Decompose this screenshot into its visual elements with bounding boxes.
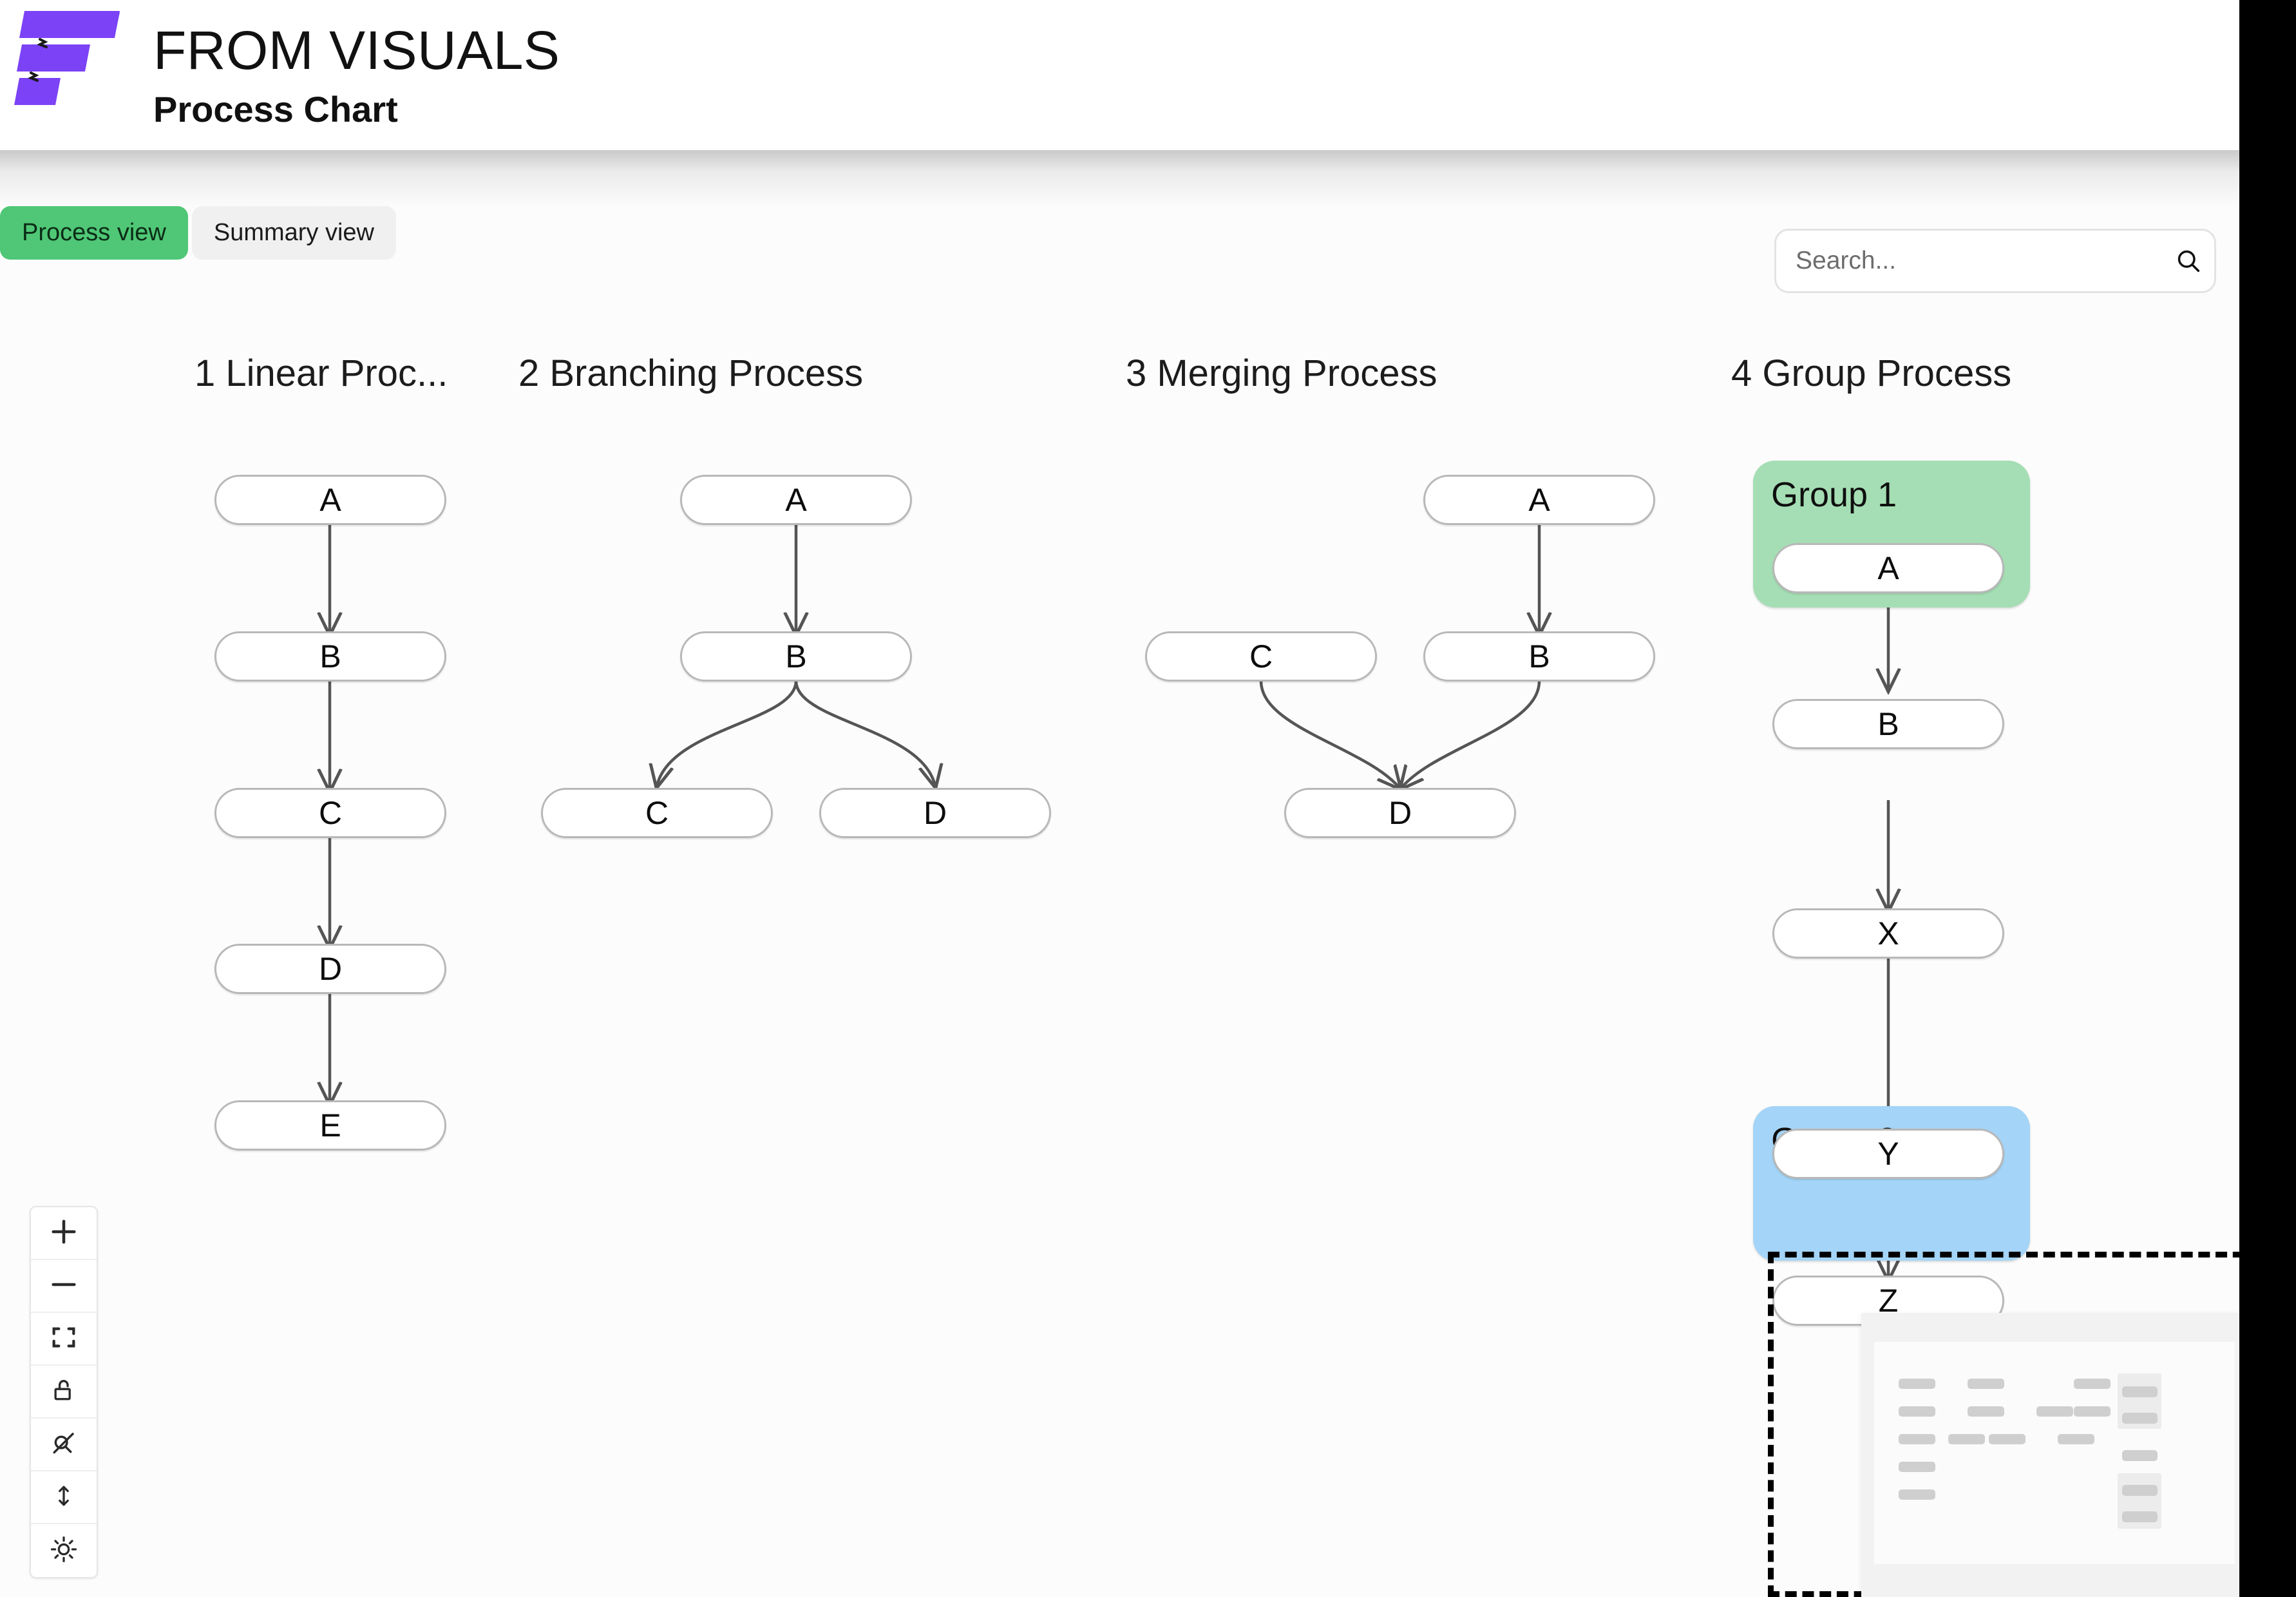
skeleton-block (1968, 1379, 2004, 1389)
skeleton-block (1899, 1462, 1935, 1472)
skeleton-block (1899, 1434, 1935, 1444)
plus-icon (47, 1215, 81, 1252)
skeleton-block (1968, 1406, 2004, 1417)
node-c1-b[interactable]: B (214, 631, 446, 682)
zoom-out-button[interactable] (31, 1260, 97, 1313)
skeleton-block (2122, 1450, 2158, 1461)
skeleton-block (1948, 1434, 1985, 1444)
brand-subtitle: Process Chart (153, 88, 398, 129)
node-c2-d[interactable]: D (819, 788, 1051, 838)
app-root: FROM VISUALS Process Chart Process view … (0, 0, 2296, 1597)
skeleton-block (2036, 1406, 2073, 1417)
lock-toggle-button[interactable] (31, 1366, 97, 1419)
tab-summary-view[interactable]: Summary view (191, 206, 396, 260)
node-c3-b[interactable]: B (1423, 631, 1655, 682)
skeleton-block (2122, 1485, 2158, 1496)
vertical-double-arrow-icon (50, 1482, 78, 1513)
column-title-2: 2 Branching Process (518, 352, 864, 394)
brand-text-block: FROM VISUALS Process Chart (153, 23, 560, 128)
node-c3-a[interactable]: A (1423, 475, 1655, 525)
skeleton-block (2122, 1386, 2158, 1397)
right-edge-strip (2239, 0, 2296, 1597)
fullscreen-brackets-icon (49, 1323, 79, 1355)
search-input[interactable] (1776, 247, 2163, 275)
theme-toggle-button[interactable] (31, 1524, 97, 1577)
zoom-in-button[interactable] (31, 1207, 97, 1260)
skeleton-block (1899, 1406, 1935, 1417)
view-tabs: Process view Summary view (0, 206, 396, 260)
skeleton-block (2074, 1406, 2111, 1417)
canvas-toolbar (30, 1206, 98, 1578)
skeleton-content-area (1874, 1342, 2235, 1564)
node-c1-d[interactable]: D (214, 944, 446, 994)
reset-zoom-button[interactable] (31, 1419, 97, 1471)
node-c4-x[interactable]: X (1772, 908, 2004, 959)
column-title-1: 1 Linear Proc... (194, 352, 448, 394)
brand-logo-icon (12, 6, 144, 144)
skeleton-block (1989, 1434, 2026, 1444)
app-header: FROM VISUALS Process Chart (0, 0, 2239, 150)
fit-to-screen-button[interactable] (31, 1313, 97, 1366)
node-c4-a[interactable]: A (1772, 543, 2004, 593)
loading-skeleton-panel (1861, 1313, 2248, 1597)
sun-icon (49, 1535, 79, 1567)
skeleton-block (1899, 1489, 1935, 1500)
vertical-fit-button[interactable] (31, 1471, 97, 1524)
node-c2-c[interactable]: C (541, 788, 773, 838)
node-c3-d[interactable]: D (1284, 788, 1516, 838)
brand-title: FROM VISUALS (153, 19, 560, 81)
skeleton-block (2122, 1413, 2158, 1424)
node-c1-c[interactable]: C (214, 788, 446, 838)
node-c4-b[interactable]: B (1772, 699, 2004, 749)
header-shadow (0, 150, 2239, 208)
node-c3-c[interactable]: C (1145, 631, 1377, 682)
node-c1-a[interactable]: A (214, 475, 446, 525)
minus-icon (47, 1268, 81, 1305)
column-title-4: 4 Group Process (1731, 352, 2012, 394)
skeleton-block (1899, 1379, 1935, 1389)
node-c1-e[interactable]: E (214, 1100, 446, 1151)
skeleton-block (2122, 1511, 2158, 1522)
node-c2-b[interactable]: B (680, 631, 912, 682)
skeleton-block (2058, 1434, 2094, 1444)
node-c2-a[interactable]: A (680, 475, 912, 525)
group-1-label: Group 1 (1771, 475, 1897, 514)
tab-process-view[interactable]: Process view (0, 206, 188, 260)
crossed-magnifier-icon (49, 1428, 79, 1461)
search-icon[interactable] (2163, 247, 2214, 275)
skeleton-block (2074, 1379, 2111, 1389)
column-title-3: 3 Merging Process (1126, 352, 1437, 394)
search-box[interactable] (1774, 229, 2216, 293)
node-c4-y[interactable]: Y (1772, 1129, 2004, 1179)
unlocked-padlock-icon (50, 1376, 78, 1408)
